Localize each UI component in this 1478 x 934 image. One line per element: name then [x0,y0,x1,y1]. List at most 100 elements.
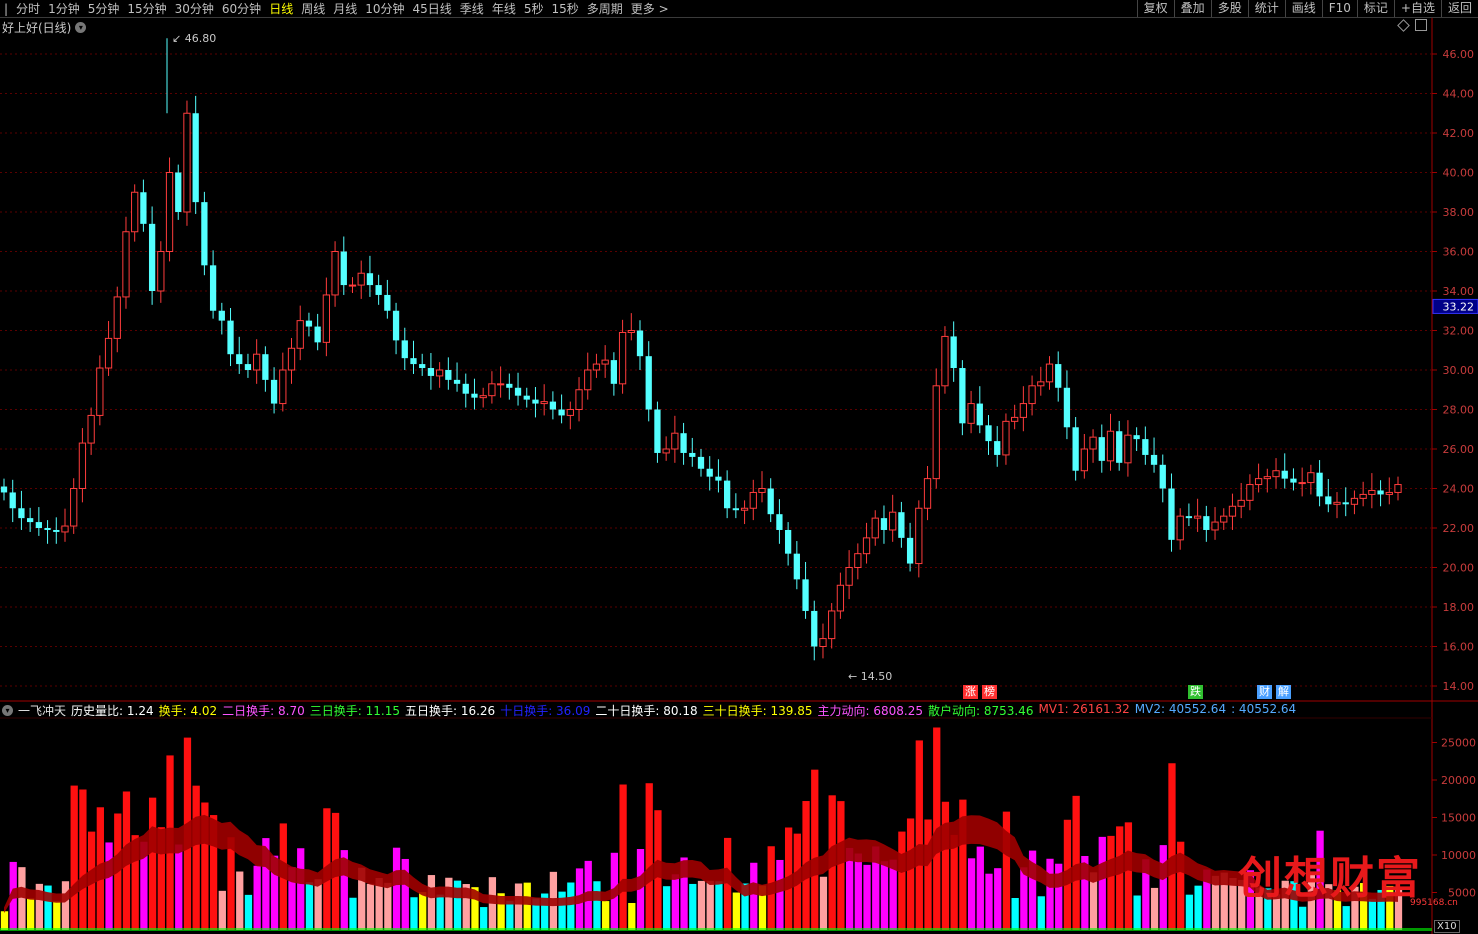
candle [331,241,339,307]
candle [740,500,749,525]
candle [1246,474,1254,511]
price-axis-label: 38.00 [1443,206,1475,219]
candle [471,378,478,410]
candle [1028,375,1036,416]
candle [1316,460,1323,507]
candle [44,520,51,544]
candle [845,550,853,600]
turnover-bar [1150,887,1159,930]
turnover-bar [880,861,889,930]
candle [1011,404,1019,430]
candle [566,401,574,430]
candle [558,394,565,424]
kline-chart[interactable]: 250002000015000100005000 ↙ 46.80← 14.50 … [0,0,1478,934]
price-axis-label: 46.00 [1443,48,1475,61]
turnover-bar [1133,895,1141,930]
event-marker[interactable]: 榜 [982,685,997,699]
turnover-bar [915,740,923,930]
turnover-bar [523,882,531,930]
turnover-bar [401,858,409,930]
brand-watermark: 创想财富 [1238,853,1422,904]
candle [906,522,914,572]
candle [9,479,16,523]
candle [514,372,522,406]
indicator-value: 二日换手: 8.70 [222,703,305,718]
turnover-bar [1185,894,1194,930]
candle [96,355,104,426]
candle [218,302,225,335]
candle [654,401,661,463]
turnover-bar [27,898,35,930]
candle [165,157,174,262]
candle [1142,426,1149,465]
candle [453,362,461,392]
candle [1089,429,1097,463]
candle [811,600,818,661]
zoom-label[interactable]: X10 [1434,920,1460,933]
indicator-value: MV1: 26161.32 [1038,701,1130,716]
turnover-bar [976,846,984,930]
turnover-bar [384,882,392,930]
candle [776,499,783,544]
candle [236,336,243,374]
turnover-bar [1020,867,1028,930]
candle [262,346,269,392]
event-marker[interactable]: 跌 [1188,685,1203,699]
candle [140,179,147,232]
candle [959,360,966,436]
indicator-name[interactable]: 一飞冲天 [18,702,66,719]
candle [1281,453,1288,489]
turnover-bar [366,883,375,930]
price-axis-label: 28.00 [1443,404,1475,417]
candle [836,572,845,619]
turnover-bar [619,784,627,930]
candle [410,340,417,374]
candle [157,241,165,303]
candle [976,386,983,434]
candle [53,517,60,544]
turnover-bar [61,881,70,930]
turnover-bar [419,892,427,930]
candle [1159,454,1166,503]
indicator-axis-label: 25000 [1441,737,1476,750]
candle [340,236,347,295]
low-price-annotation: ← 14.50 [848,670,892,683]
turnover-bar [392,847,401,930]
candle [671,415,679,463]
price-axis-label: 20.00 [1443,562,1475,575]
turnover-bar [1168,763,1176,930]
candle [1072,417,1079,481]
chevron-down-icon[interactable]: ▾ [2,704,13,716]
candle [1228,493,1237,530]
candle [175,164,182,220]
turnover-bar [1124,822,1133,930]
candle [148,206,156,305]
turnover-bar [1159,845,1167,930]
candle [689,437,696,467]
candle [715,459,722,493]
turnover-bar [776,859,784,930]
candle [419,353,426,376]
event-marker[interactable]: 解 [1276,685,1291,699]
turnover-bar [837,801,845,930]
price-axis-label: 44.00 [1443,88,1475,101]
turnover-bar [506,900,514,930]
candle [880,505,888,544]
candle [540,384,548,416]
candle [610,352,618,396]
candle [697,449,705,477]
candle [253,339,261,384]
event-marker[interactable]: 财 [1257,685,1272,699]
candle [732,493,739,519]
candle [435,362,444,388]
price-axis-label: 24.00 [1443,483,1475,496]
event-marker[interactable]: 涨 [963,685,978,699]
candle [244,353,252,378]
candle [819,623,827,659]
turnover-bar [863,864,871,930]
candle [889,494,897,542]
turnover-bar [671,874,679,930]
turnover-bar [1011,897,1019,930]
indicator-value: 三日换手: 11.15 [309,703,400,718]
price-axis-label: 42.00 [1443,127,1475,140]
